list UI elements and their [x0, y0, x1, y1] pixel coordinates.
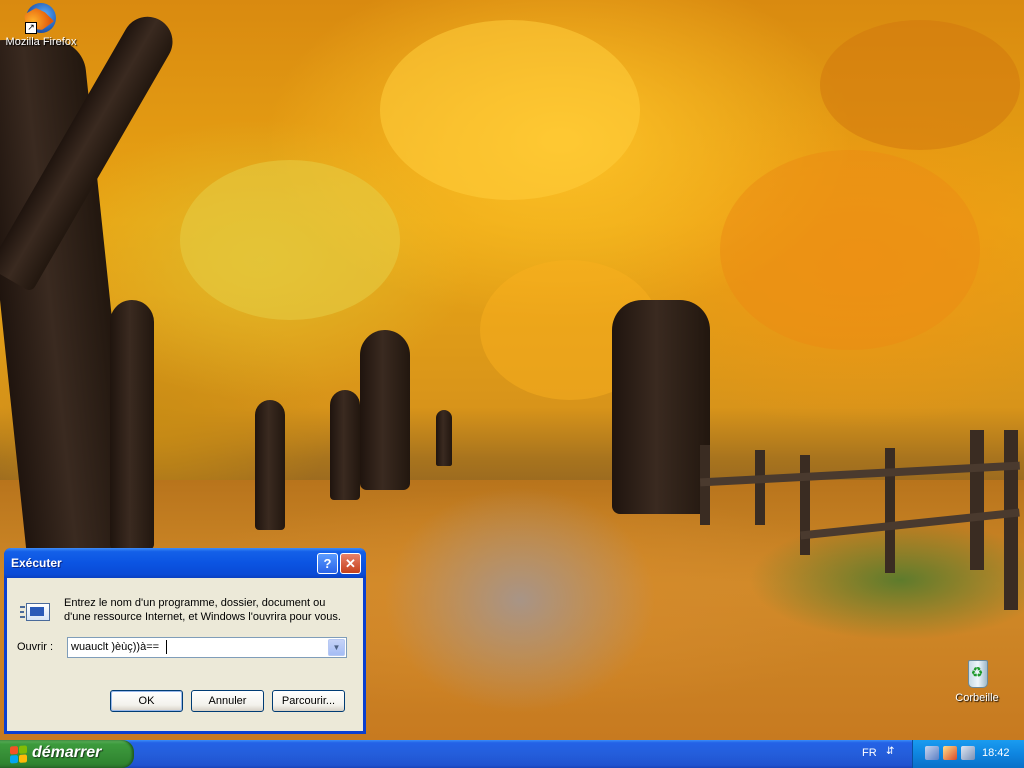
wallpaper-foliage [820, 20, 1020, 150]
start-button[interactable]: démarrer [0, 740, 134, 768]
wallpaper-tree-trunk [330, 390, 360, 500]
wallpaper-tree-trunk [255, 400, 285, 530]
run-dialog-title: Exécuter [11, 556, 62, 570]
volume-icon[interactable] [961, 746, 975, 760]
shortcut-arrow-icon: ↗ [25, 22, 37, 34]
language-indicator[interactable]: FR [862, 747, 877, 759]
close-icon: ✕ [345, 556, 356, 571]
wallpaper-tree-trunk [612, 300, 710, 514]
run-dialog-titlebar[interactable]: Exécuter ? ✕ [4, 548, 366, 578]
wallpaper-tree-trunk [360, 330, 410, 490]
desktop-icon-firefox[interactable]: ↗ Mozilla Firefox [3, 2, 79, 48]
cancel-button[interactable]: Annuler [191, 690, 264, 712]
run-dialog-description: Entrez le nom d'un programme, dossier, d… [64, 597, 341, 623]
open-label: Ouvrir : [17, 641, 54, 653]
wallpaper-foliage [380, 20, 640, 200]
wallpaper-foliage [720, 150, 980, 350]
combobox-dropdown-button[interactable]: ▼ [328, 639, 345, 656]
run-dialog-body: Entrez le nom d'un programme, dossier, d… [7, 578, 363, 731]
wallpaper-tree-trunk [436, 410, 452, 466]
run-dialog: Exécuter ? ✕ Entrez le nom d'un programm… [4, 548, 366, 734]
wallpaper-fence-post [970, 430, 984, 570]
wallpaper-fence-post [885, 448, 895, 573]
open-input[interactable]: wuauclt )èùç))à== [71, 641, 159, 653]
desktop-icon-label: Corbeille [955, 692, 999, 704]
recycle-bin-icon: ♻ [961, 658, 993, 690]
network-icon[interactable] [925, 746, 939, 760]
language-bar-icon[interactable]: ⇵ [886, 746, 898, 760]
wallpaper-tree-trunk [110, 300, 154, 550]
run-program-icon [20, 600, 50, 622]
security-alert-icon[interactable] [943, 746, 957, 760]
ok-button[interactable]: OK [110, 690, 183, 712]
close-button[interactable]: ✕ [340, 553, 361, 574]
help-button[interactable]: ? [317, 553, 338, 574]
chevron-down-icon: ▼ [332, 643, 341, 652]
desktop-icon-label: Mozilla Firefox [5, 36, 77, 48]
browse-button[interactable]: Parcourir... [272, 690, 345, 712]
wallpaper-fence-post [1004, 430, 1018, 610]
text-caret [166, 640, 167, 654]
wallpaper-foliage [180, 160, 400, 320]
start-button-label: démarrer [32, 744, 102, 761]
desktop-icon-recycle-bin[interactable]: ♻ Corbeille [939, 658, 1015, 704]
wallpaper-fence-post [755, 450, 765, 525]
taskbar: démarrer FR ⇵ 18:42 [0, 740, 1024, 768]
help-icon: ? [323, 556, 332, 571]
clock[interactable]: 18:42 [982, 747, 1010, 759]
wallpaper-fence-post [800, 455, 810, 555]
firefox-icon: ↗ [24, 2, 57, 34]
windows-logo-icon [10, 745, 27, 764]
open-combobox[interactable]: wuauclt )èùç))à== ▼ [67, 637, 347, 658]
